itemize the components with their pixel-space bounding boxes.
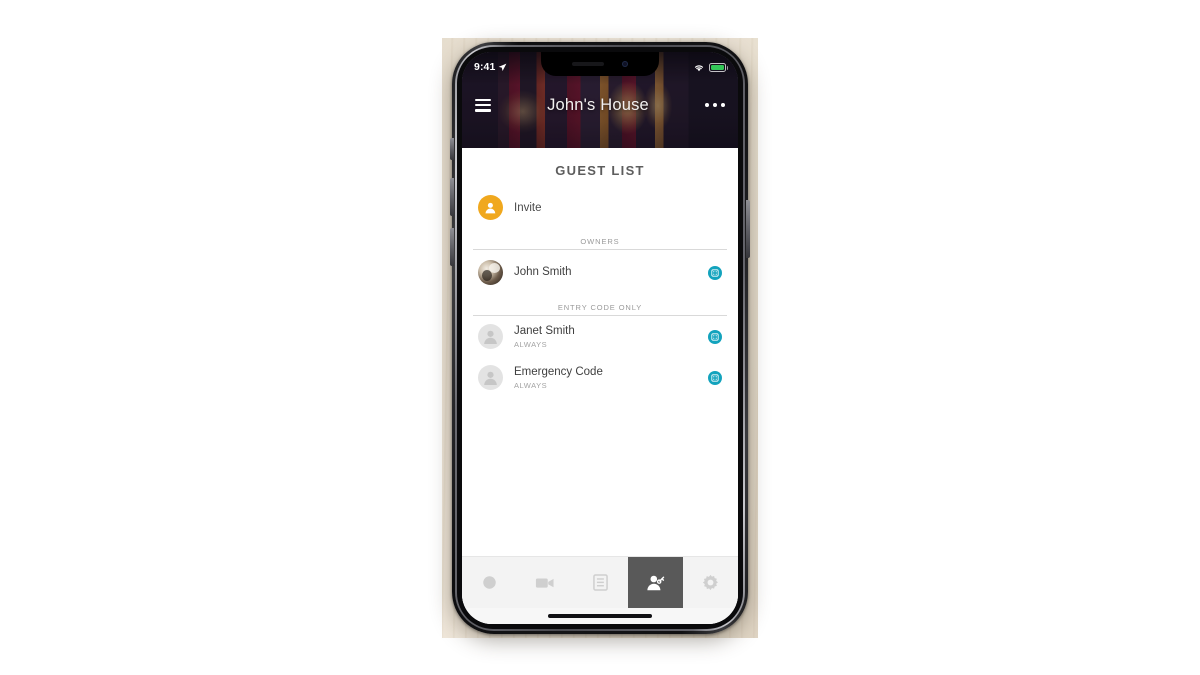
- app-content: GUEST LIST Invite OWNERS John Smith ENTR…: [462, 148, 738, 624]
- entry-code-icon[interactable]: [708, 265, 722, 280]
- wifi-icon: [693, 63, 705, 72]
- list-item[interactable]: John Smith: [462, 250, 738, 295]
- more-options-icon[interactable]: [705, 103, 725, 107]
- hamburger-menu-icon[interactable]: [475, 98, 491, 112]
- event-log-icon: [592, 574, 608, 591]
- add-person-icon: [478, 195, 503, 220]
- guests-person-key-icon: [646, 574, 665, 591]
- battery-icon: [709, 62, 728, 72]
- person-schedule: ALWAYS: [514, 380, 548, 390]
- invite-label: Invite: [514, 201, 542, 214]
- silent-switch[interactable]: [450, 138, 454, 160]
- person-meta: Emergency Code ALWAYS: [514, 365, 697, 389]
- tab-recordings[interactable]: [517, 557, 572, 608]
- earpiece-speaker: [572, 62, 604, 66]
- avatar: [478, 260, 503, 285]
- section-label-entry-code-only: ENTRY CODE ONLY: [557, 303, 643, 312]
- tab-event-log[interactable]: [572, 557, 627, 608]
- person-name: Janet Smith: [514, 325, 575, 338]
- status-bar-right: [693, 62, 728, 72]
- page-title: GUEST LIST: [555, 163, 645, 178]
- power-button[interactable]: [746, 200, 750, 258]
- section-owners: OWNERS: [462, 229, 738, 250]
- list-item[interactable]: Emergency Code ALWAYS: [462, 357, 738, 398]
- status-time: 9:41: [474, 61, 496, 73]
- home-indicator[interactable]: [548, 614, 652, 618]
- avatar: [478, 324, 503, 349]
- location-arrow-icon: [498, 63, 507, 72]
- person-meta: Janet Smith ALWAYS: [514, 324, 697, 348]
- phone-screen: 9:41 John's House GUEST LIST Invite OWNE…: [462, 52, 738, 624]
- bottom-tab-bar: [462, 556, 738, 608]
- section-entry-code-only: ENTRY CODE ONLY: [462, 295, 738, 316]
- entry-code-icon[interactable]: [708, 329, 722, 344]
- record-circle-icon: [481, 574, 498, 591]
- person-meta: John Smith: [514, 265, 697, 279]
- avatar: [478, 365, 503, 390]
- status-bar-left: 9:41: [474, 61, 507, 73]
- guest-list: Invite OWNERS John Smith ENTRY CODE ONLY…: [462, 190, 738, 402]
- phone-device: 9:41 John's House GUEST LIST Invite OWNE…: [450, 42, 750, 634]
- battery-fill: [711, 64, 724, 70]
- screenshot-canvas: 9:41 John's House GUEST LIST Invite OWNE…: [0, 0, 1200, 675]
- person-schedule: ALWAYS: [514, 339, 548, 349]
- person-name: John Smith: [514, 266, 572, 279]
- page-title-header: John's House: [547, 95, 649, 114]
- tab-live-view[interactable]: [462, 557, 517, 608]
- tab-settings[interactable]: [683, 557, 738, 608]
- app-header: 9:41 John's House: [462, 52, 738, 148]
- video-camera-icon: [535, 576, 555, 590]
- list-item[interactable]: Janet Smith ALWAYS: [462, 316, 738, 357]
- volume-up-button[interactable]: [450, 178, 454, 216]
- nav-bar: John's House: [462, 82, 738, 128]
- settings-gear-icon: [702, 574, 719, 591]
- tab-guests[interactable]: [627, 557, 683, 608]
- entry-code-icon[interactable]: [708, 370, 722, 385]
- person-name: Emergency Code: [514, 366, 603, 379]
- home-indicator-area: [462, 608, 738, 624]
- volume-down-button[interactable]: [450, 228, 454, 266]
- section-label-owners: OWNERS: [580, 237, 620, 246]
- device-notch: [541, 52, 659, 76]
- front-camera: [622, 61, 628, 67]
- invite-row[interactable]: Invite: [462, 190, 738, 229]
